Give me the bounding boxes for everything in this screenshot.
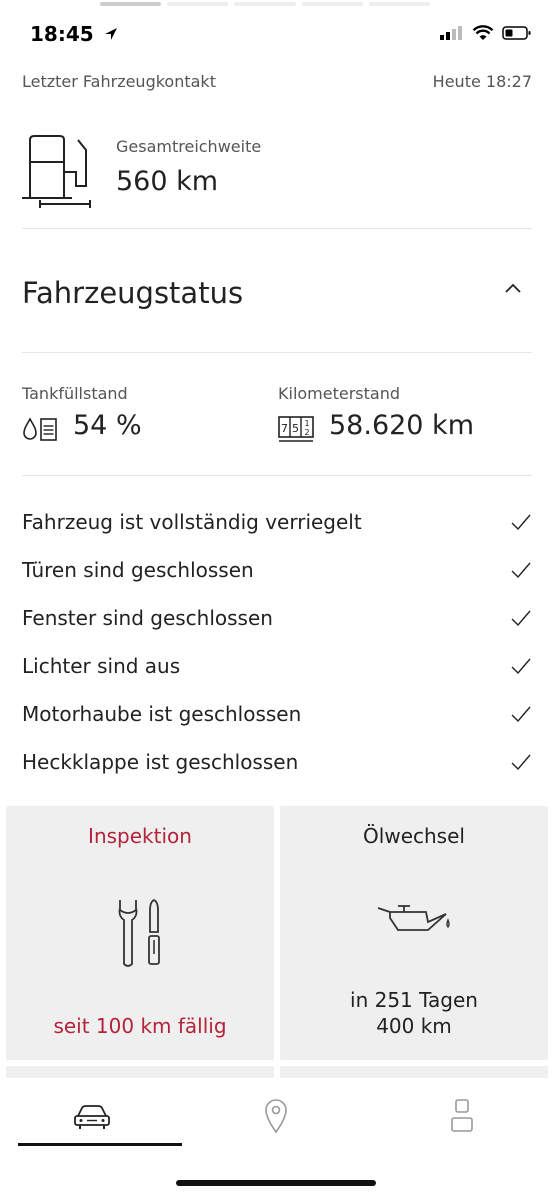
fuel-level-label: Tankfüllstand (22, 384, 128, 403)
divider (22, 352, 532, 353)
status-check-label: Lichter sind aus (22, 654, 181, 678)
status-check-row: Motorhaube ist geschlossen (22, 690, 532, 738)
svg-text:1: 1 (304, 419, 309, 428)
checkmark-icon (511, 514, 531, 531)
oil-can-icon (377, 905, 450, 931)
checkmark-icon (511, 562, 531, 579)
odometer-icon: 7 5 1 2 (278, 416, 314, 442)
status-check-label: Türen sind geschlossen (22, 558, 254, 582)
oil-change-km: 400 km (376, 1014, 452, 1038)
inspection-card[interactable]: Inspektion seit 100 km fällig (6, 806, 274, 1060)
home-indicator (176, 1180, 376, 1186)
active-tab-indicator (18, 1143, 182, 1146)
checkmark-icon (511, 754, 531, 771)
wifi-icon (472, 25, 494, 40)
tools-icon (118, 898, 160, 967)
profile-icon[interactable] (449, 1098, 475, 1134)
status-check-label: Heckklappe ist geschlossen (22, 750, 299, 774)
range-label: Gesamtreichweite (116, 137, 262, 156)
car-icon[interactable] (72, 1102, 112, 1130)
vehicle-status-title: Fahrzeugstatus (22, 276, 244, 310)
oil-change-card[interactable]: Ölwechsel in 251 Tagen 400 km (280, 806, 548, 1060)
svg-text:2: 2 (304, 428, 309, 437)
svg-text:7: 7 (281, 422, 288, 435)
scroll-hint-lines (100, 2, 431, 6)
chevron-up-icon[interactable] (502, 280, 524, 296)
checkmark-icon (511, 706, 531, 723)
range-value: 560 km (116, 166, 219, 197)
oil-change-title: Ölwechsel (363, 824, 465, 848)
status-check-row: Türen sind geschlossen (22, 546, 532, 594)
status-icons (438, 22, 532, 44)
map-pin-icon[interactable] (263, 1098, 289, 1134)
status-check-label: Fahrzeug ist vollständig verriegelt (22, 510, 362, 534)
fuel-level-icon (23, 417, 57, 441)
checkmark-icon (511, 610, 531, 627)
status-check-label: Motorhaube ist geschlossen (22, 702, 302, 726)
svg-text:5: 5 (292, 422, 299, 435)
inspection-status: seit 100 km fällig (53, 1014, 227, 1038)
status-check-label: Fenster sind geschlossen (22, 606, 273, 630)
last-contact-value: Heute 18:27 (432, 72, 532, 91)
inspection-title: Inspektion (88, 824, 192, 848)
signal-icon (440, 26, 462, 40)
status-check-row: Fahrzeug ist vollständig verriegelt (22, 498, 532, 546)
odometer-value: 58.620 km (329, 410, 474, 441)
status-check-row: Heckklappe ist geschlossen (22, 738, 532, 786)
location-arrow-icon (104, 28, 117, 40)
fuel-level-value: 54 % (73, 410, 142, 441)
status-bar: 18:45 (0, 0, 554, 56)
last-contact-label: Letzter Fahrzeugkontakt (22, 72, 216, 91)
status-check-row: Fenster sind geschlossen (22, 594, 532, 642)
divider (22, 475, 532, 476)
checkmark-icon (511, 658, 531, 675)
odometer-label: Kilometerstand (278, 384, 401, 403)
status-check-row: Lichter sind aus (22, 642, 532, 690)
divider (22, 228, 532, 229)
fuel-station-icon (22, 135, 91, 208)
status-time: 18:45 (30, 22, 119, 46)
oil-change-days: in 251 Tagen (350, 988, 478, 1012)
battery-icon (502, 26, 531, 40)
